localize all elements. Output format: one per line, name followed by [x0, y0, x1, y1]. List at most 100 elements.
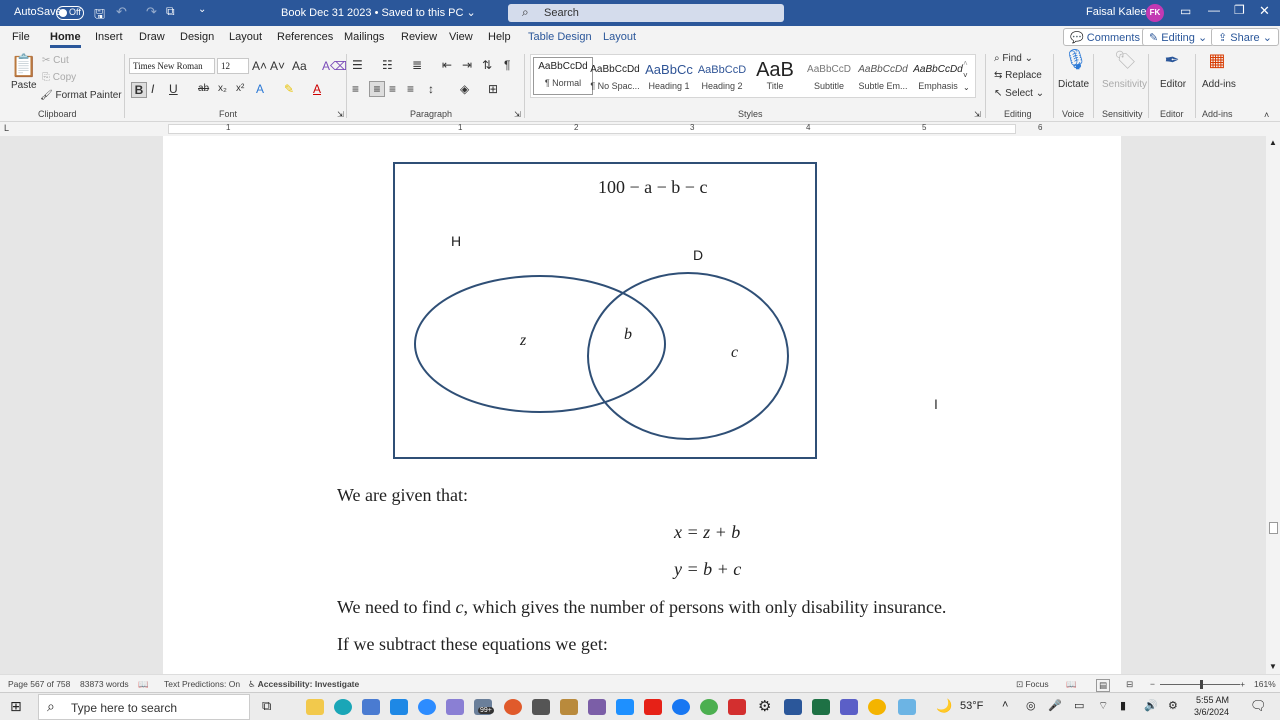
underline-icon[interactable]: U	[169, 82, 178, 96]
file-explorer-icon[interactable]	[306, 699, 324, 715]
style-normal[interactable]: AaBbCcDd ¶ Normal	[533, 57, 593, 95]
zoom-in-icon[interactable]: +	[1240, 679, 1245, 689]
store-icon[interactable]	[362, 699, 380, 715]
clock-time[interactable]: 5:55 AM	[1196, 695, 1229, 705]
app-icon[interactable]	[532, 699, 550, 715]
app-icon[interactable]	[728, 699, 746, 715]
addins-icon[interactable]: ▦	[1207, 51, 1227, 69]
style-title[interactable]: AaB Title	[745, 61, 805, 91]
change-case-icon[interactable]: Aa	[292, 59, 307, 73]
chevron-up-icon[interactable]: ˄	[1002, 699, 1008, 711]
superscript-icon[interactable]: x²	[236, 82, 244, 96]
notifications-icon[interactable]: 🗨	[1250, 698, 1267, 714]
styles-dialog-launcher-icon[interactable]: ⇲	[974, 108, 981, 122]
ribbon-display-icon[interactable]: ▭	[1180, 4, 1191, 18]
teams-icon[interactable]	[840, 699, 858, 715]
accessibility-status[interactable]: ♿ Accessibility: Investigate	[248, 679, 359, 690]
replace-button[interactable]: ⇆ Replace	[994, 70, 1042, 81]
clear-formatting-icon[interactable]: A⌫	[322, 59, 347, 73]
chrome-icon[interactable]	[700, 699, 718, 715]
paste-button[interactable]: Paste	[11, 80, 37, 91]
zoom-app-icon[interactable]	[418, 699, 436, 715]
volume-icon[interactable]: 🔊	[1144, 699, 1158, 712]
minimize-icon[interactable]: —	[1208, 3, 1220, 17]
tray-icon[interactable]: ⚙	[1168, 699, 1178, 712]
touch-mode-icon[interactable]: ⧉	[166, 4, 175, 19]
paragraph-dialog-launcher-icon[interactable]: ⇲	[514, 108, 521, 122]
tab-help[interactable]: Help	[488, 31, 511, 43]
font-dialog-launcher-icon[interactable]: ⇲	[337, 108, 344, 122]
zoom-slider-thumb[interactable]	[1200, 680, 1203, 689]
grow-font-icon[interactable]: A˄	[252, 59, 267, 73]
editor-icon[interactable]: ✒	[1162, 51, 1182, 69]
addins-button[interactable]: Add-ins	[1202, 79, 1236, 90]
tab-design[interactable]: Design	[180, 31, 214, 43]
document-title[interactable]: Book Dec 31 2023 • Saved to this PC ⌄	[281, 6, 476, 19]
tab-home[interactable]: Home	[50, 31, 81, 48]
scroll-thumb[interactable]	[1269, 522, 1278, 534]
highlight-icon[interactable]: ✎	[284, 82, 294, 96]
multilevel-list-icon[interactable]: ≣	[412, 58, 422, 72]
editing-mode-button[interactable]: ✎ Editing ⌄	[1142, 28, 1215, 46]
editor-button[interactable]: Editor	[1160, 79, 1186, 90]
settings-icon[interactable]: ⚙	[758, 697, 771, 715]
close-icon[interactable]: ✕	[1259, 3, 1270, 19]
tray-icon[interactable]: ◎	[1026, 699, 1036, 712]
tab-draw[interactable]: Draw	[139, 31, 165, 43]
find-button[interactable]: ⌕ Find ⌄	[994, 53, 1033, 64]
increase-indent-icon[interactable]: ⇥	[462, 58, 472, 72]
styles-more-icon[interactable]: ⌄	[963, 81, 970, 95]
bold-icon[interactable]: B	[131, 82, 147, 98]
word-count[interactable]: 83873 words	[80, 679, 129, 689]
subscript-icon[interactable]: x₂	[218, 82, 227, 96]
format-painter-button[interactable]: 🖌 Format Painter	[40, 90, 122, 101]
print-layout-icon[interactable]: ▤	[1096, 679, 1111, 692]
text-predictions[interactable]: Text Predictions: On	[164, 679, 240, 689]
style-heading-1[interactable]: AaBbCc Heading 1	[639, 61, 699, 91]
app-icon[interactable]	[868, 699, 886, 715]
save-icon[interactable]: 🖫	[94, 5, 105, 27]
zoom-out-icon[interactable]: −	[1150, 679, 1155, 689]
tab-review[interactable]: Review	[401, 31, 437, 43]
align-center-icon[interactable]: ≡	[369, 81, 385, 97]
avatar[interactable]: FK	[1146, 4, 1164, 22]
copy-button[interactable]: ⎘ Copy	[42, 72, 76, 83]
tab-insert[interactable]: Insert	[95, 31, 123, 43]
tab-table-design[interactable]: Table Design	[528, 31, 592, 43]
style-subtitle[interactable]: AaBbCcD Subtitle	[799, 61, 859, 91]
sensitivity-button[interactable]: Sensitivity	[1102, 79, 1147, 90]
font-color-icon[interactable]: A	[313, 82, 321, 96]
shrink-font-icon[interactable]: A˅	[270, 59, 285, 73]
app-icon[interactable]	[446, 699, 464, 715]
tab-references[interactable]: References	[277, 31, 333, 43]
redo-icon[interactable]: ↷	[146, 4, 157, 20]
taskbar-search-box[interactable]: ⌕ Type here to search	[38, 694, 250, 720]
excel-icon[interactable]	[812, 699, 830, 715]
undo-icon[interactable]: ↶	[116, 4, 127, 20]
font-size-select[interactable]: 12	[217, 58, 249, 74]
wifi-icon[interactable]: ⌔	[1098, 699, 1108, 713]
style-heading-2[interactable]: AaBbCcD Heading 2	[692, 61, 752, 91]
tab-mailings[interactable]: Mailings	[344, 31, 384, 43]
style-subtle-emphasis[interactable]: AaBbCcDd Subtle Em...	[853, 61, 913, 91]
task-view-icon[interactable]: ⧉	[262, 698, 271, 714]
app-icon[interactable]	[898, 699, 916, 715]
microphone-icon[interactable]: 🎤	[1048, 699, 1062, 712]
collapse-ribbon-icon[interactable]: ˄	[1264, 108, 1269, 122]
font-name-select[interactable]: Times New Roman	[129, 58, 215, 74]
scroll-up-icon[interactable]: ▲	[1269, 138, 1277, 147]
paste-icon[interactable]: 📋	[10, 54, 37, 78]
scroll-down-icon[interactable]: ▼	[1269, 662, 1277, 671]
show-marks-icon[interactable]: ¶	[504, 58, 510, 72]
word-icon[interactable]	[784, 699, 802, 715]
document-page[interactable]: 100 − a − b − c H D z b c We are given t…	[163, 136, 1121, 674]
select-button[interactable]: ↖ Select ⌄	[994, 88, 1044, 99]
search-box[interactable]: ⌕ Search	[508, 4, 784, 22]
share-button[interactable]: ⇪ Share ⌄	[1211, 28, 1279, 46]
display-icon[interactable]: ▭	[1074, 699, 1084, 712]
web-layout-icon[interactable]: ⊟	[1126, 679, 1133, 690]
sensitivity-icon[interactable]: 🏷	[1114, 51, 1137, 69]
justify-icon[interactable]: ≡	[407, 82, 414, 96]
facebook-icon[interactable]	[672, 699, 690, 715]
microphone-icon[interactable]: 🎙	[1063, 50, 1088, 70]
